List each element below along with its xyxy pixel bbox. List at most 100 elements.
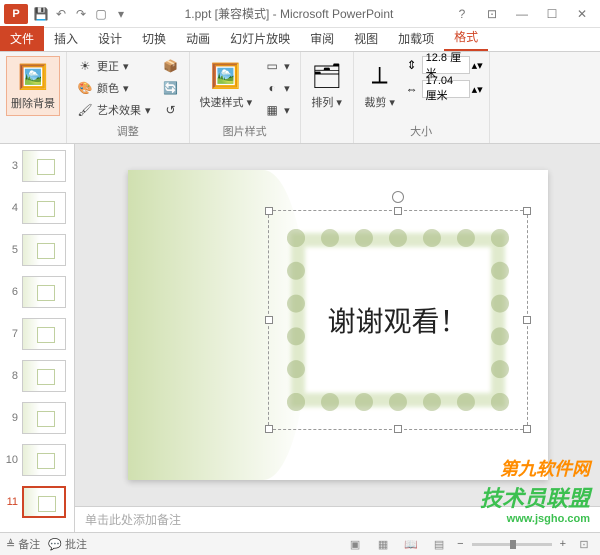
slideshow-view-icon[interactable]: ▤ (429, 536, 449, 552)
compress-button[interactable]: 📦 (159, 56, 183, 76)
resize-handle[interactable] (394, 207, 402, 215)
thumb-preview[interactable] (22, 360, 66, 392)
change-picture-button[interactable]: 🔄 (159, 78, 183, 98)
tab-format[interactable]: 格式 (444, 24, 488, 51)
qat-dropdown-icon[interactable]: ▾ (112, 5, 130, 23)
arrange-button[interactable]: 🗂 排列 ▾ (307, 56, 347, 114)
thumb-number: 8 (4, 370, 18, 382)
close-icon[interactable]: ✕ (568, 4, 596, 24)
corrections-button[interactable]: ☀更正 ▾ (73, 56, 155, 76)
slide-thumbnails-panel[interactable]: 3 4 5 6 7 8 9 10 11 (0, 144, 75, 532)
thumbnail[interactable]: 5 (0, 232, 74, 268)
quick-styles-button[interactable]: 🖼️ 快速样式 ▾ (196, 56, 257, 114)
color-icon: 🎨 (77, 80, 93, 96)
color-button[interactable]: 🎨颜色 ▾ (73, 78, 155, 98)
rotate-handle[interactable] (392, 191, 404, 203)
thumb-preview[interactable] (22, 276, 66, 308)
status-bar: ≜ 备注 💬 批注 ▣ ▦ 📖 ▤ − + ⊡ (0, 532, 600, 555)
picture-styles-label: 图片样式 (196, 121, 294, 139)
zoom-slider[interactable] (472, 543, 552, 546)
thumb-preview[interactable] (22, 192, 66, 224)
tab-file[interactable]: 文件 (0, 26, 44, 51)
width-spinner[interactable]: ⇔ 17.04 厘米 ▴▾ (404, 80, 483, 98)
picture-border-button[interactable]: ▭▾ (260, 56, 294, 76)
app-icon: P (4, 4, 28, 24)
thumb-number: 7 (4, 328, 18, 340)
picture-effects-button[interactable]: ◐▾ (260, 78, 294, 98)
tab-design[interactable]: 设计 (88, 26, 132, 51)
selected-picture-frame[interactable]: 谢谢观看！ (268, 210, 528, 430)
fit-window-icon[interactable]: ⊡ (574, 536, 594, 552)
effects-icon: ◐ (264, 80, 280, 96)
tab-view[interactable]: 视图 (344, 26, 388, 51)
sorter-view-icon[interactable]: ▦ (373, 536, 393, 552)
normal-view-icon[interactable]: ▣ (345, 536, 365, 552)
arrange-label: 排列 ▾ (311, 94, 342, 110)
thumbnail[interactable]: 10 (0, 442, 74, 478)
resize-handle[interactable] (523, 316, 531, 324)
window-title: 1.ppt [兼容模式] - Microsoft PowerPoint (130, 5, 448, 22)
tab-addins[interactable]: 加载项 (388, 26, 444, 51)
width-value[interactable]: 17.04 厘米 (422, 80, 470, 98)
help-icon[interactable]: ? (448, 4, 476, 24)
thumbnail-active[interactable]: 11 (0, 484, 74, 520)
quick-styles-label: 快速样式 ▾ (200, 94, 253, 110)
size-group-label: 大小 (360, 121, 483, 139)
resize-handle[interactable] (394, 425, 402, 433)
remove-background-button[interactable]: 🖼️ 删除背景 (6, 56, 60, 116)
thumbnail[interactable]: 7 (0, 316, 74, 352)
thumb-preview[interactable] (22, 150, 66, 182)
resize-handle[interactable] (265, 316, 273, 324)
reading-view-icon[interactable]: 📖 (401, 536, 421, 552)
notes-toggle[interactable]: ≜ 备注 (6, 536, 40, 552)
crop-icon: ⟂ (364, 60, 396, 92)
floral-frame-image: 谢谢观看！ (283, 225, 513, 415)
thumb-preview[interactable] (22, 318, 66, 350)
thumbnail[interactable]: 6 (0, 274, 74, 310)
artistic-effects-button[interactable]: 🖌艺术效果 ▾ (73, 100, 155, 120)
slide-canvas-area[interactable]: 谢谢观看！ (75, 144, 600, 506)
resize-handle[interactable] (523, 207, 531, 215)
redo-icon[interactable]: ↷ (72, 5, 90, 23)
ribbon-options-icon[interactable]: ⊡ (478, 4, 506, 24)
undo-icon[interactable]: ↶ (52, 5, 70, 23)
maximize-icon[interactable]: ☐ (538, 4, 566, 24)
thumb-preview[interactable] (22, 234, 66, 266)
save-icon[interactable]: 💾 (32, 5, 50, 23)
resize-handle[interactable] (265, 425, 273, 433)
thumb-preview[interactable] (22, 402, 66, 434)
height-value[interactable]: 12.8 厘米 (422, 56, 470, 74)
tab-animations[interactable]: 动画 (176, 26, 220, 51)
zoom-out-icon[interactable]: − (457, 538, 463, 550)
picture-layout-button[interactable]: ▦▾ (260, 100, 294, 120)
adjust-group-label: 调整 (73, 121, 183, 139)
thumb-preview[interactable] (22, 444, 66, 476)
height-spinner[interactable]: ⇕ 12.8 厘米 ▴▾ (404, 56, 483, 74)
thumbnail[interactable]: 9 (0, 400, 74, 436)
zoom-thumb[interactable] (510, 540, 516, 549)
spinner-up-down-icon[interactable]: ▴▾ (472, 59, 483, 72)
minimize-icon[interactable]: — (508, 4, 536, 24)
tab-transitions[interactable]: 切换 (132, 26, 176, 51)
comments-toggle[interactable]: 💬 批注 (48, 536, 87, 552)
tab-insert[interactable]: 插入 (44, 26, 88, 51)
slide-editor: 谢谢观看！ 单击此处添加备注 (75, 144, 600, 532)
thumb-preview[interactable] (22, 486, 66, 518)
thumbnail[interactable]: 4 (0, 190, 74, 226)
thumbnail[interactable]: 8 (0, 358, 74, 394)
thumb-number: 11 (4, 496, 18, 508)
slide[interactable]: 谢谢观看！ (128, 170, 548, 480)
resize-handle[interactable] (523, 425, 531, 433)
tab-slideshow[interactable]: 幻灯片放映 (220, 26, 300, 51)
ribbon-group-adjust: ☀更正 ▾ 🎨颜色 ▾ 🖌艺术效果 ▾ 📦 🔄 ↺ 调整 (67, 52, 190, 143)
thumbnail[interactable]: 3 (0, 148, 74, 184)
thumb-number: 5 (4, 244, 18, 256)
resize-handle[interactable] (265, 207, 273, 215)
crop-button[interactable]: ⟂ 裁剪 ▾ (360, 56, 400, 114)
spinner-up-down-icon[interactable]: ▴▾ (472, 83, 483, 96)
reset-picture-button[interactable]: ↺ (159, 100, 183, 120)
notes-pane[interactable]: 单击此处添加备注 (75, 506, 600, 532)
slideshow-icon[interactable]: ▢ (92, 5, 110, 23)
zoom-in-icon[interactable]: + (560, 538, 566, 550)
tab-review[interactable]: 审阅 (300, 26, 344, 51)
